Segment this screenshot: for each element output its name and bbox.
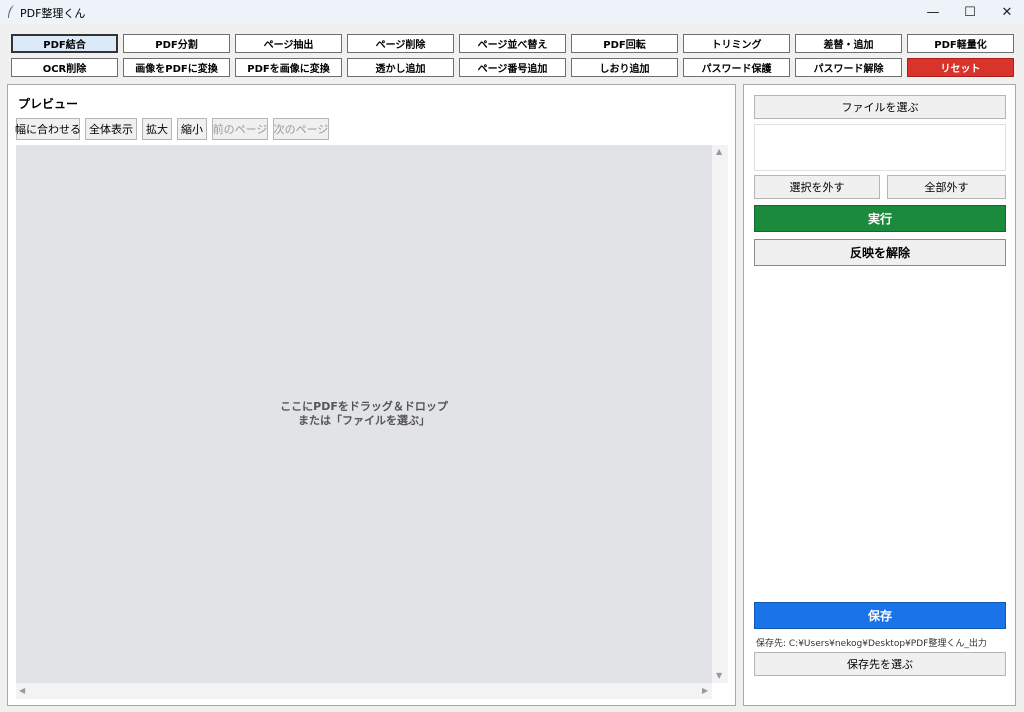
- tool-page-reorder[interactable]: ページ並べ替え: [459, 34, 566, 53]
- save-button[interactable]: 保存: [754, 602, 1006, 629]
- tool-trimming[interactable]: トリミング: [683, 34, 790, 53]
- maximize-button[interactable]: ☐: [951, 0, 989, 24]
- tool-bookmark-add[interactable]: しおり追加: [571, 58, 678, 77]
- vertical-scrollbar[interactable]: ▲ ▼: [712, 145, 728, 683]
- preview-title: プレビュー: [18, 97, 79, 111]
- title-bar: PDF整理くん — ☐ ✕: [0, 0, 1024, 24]
- tool-watermark-add[interactable]: 透かし追加: [347, 58, 454, 77]
- zoom-in-button[interactable]: 拡大: [142, 118, 172, 140]
- tool-pdf-rotate[interactable]: PDF回転: [571, 34, 678, 53]
- feather-icon: [8, 5, 14, 18]
- tool-page-number-add[interactable]: ページ番号追加: [459, 58, 566, 77]
- window-title: PDF整理くん: [20, 7, 86, 20]
- tool-image-to-pdf[interactable]: 画像をPDFに変換: [123, 58, 230, 77]
- prev-page-button[interactable]: 前のページ: [212, 118, 268, 140]
- pdf-drop-area[interactable]: ここにPDFをドラッグ＆ドロップ または「ファイルを選ぶ」: [16, 145, 712, 683]
- deselect-all-button[interactable]: 全部外す: [887, 175, 1006, 199]
- tool-pdf-merge[interactable]: PDF結合: [11, 34, 118, 53]
- save-path-label: 保存先: C:¥Users¥nekog¥Desktop¥PDF整理くん_出力: [756, 639, 987, 649]
- tool-replace-add[interactable]: 差替・追加: [795, 34, 902, 53]
- zoom-out-button[interactable]: 縮小: [177, 118, 207, 140]
- choose-destination-button[interactable]: 保存先を選ぶ: [754, 652, 1006, 676]
- tool-password-remove[interactable]: パスワード解除: [795, 58, 902, 77]
- drop-hint-line1: ここにPDFをドラッグ＆ドロップ: [280, 400, 448, 413]
- undo-apply-button[interactable]: 反映を解除: [754, 239, 1006, 266]
- tool-page-delete[interactable]: ページ削除: [347, 34, 454, 53]
- preview-panel: プレビュー 幅に合わせる 全体表示 拡大 縮小 前のページ 次のページ ここにP…: [7, 84, 736, 706]
- fit-width-button[interactable]: 幅に合わせる: [15, 118, 81, 140]
- tool-pdf-split[interactable]: PDF分割: [123, 34, 230, 53]
- tool-password-protect[interactable]: パスワード保護: [683, 58, 790, 77]
- tool-pdf-compress[interactable]: PDF軽量化: [907, 34, 1014, 53]
- control-panel: ファイルを選ぶ 選択を外す 全部外す 実行 反映を解除 保存 保存先: C:¥U…: [743, 84, 1016, 706]
- tool-page-extract[interactable]: ページ抽出: [235, 34, 342, 53]
- scroll-left-icon[interactable]: ◀: [19, 686, 25, 695]
- tool-pdf-to-image[interactable]: PDFを画像に変換: [235, 58, 342, 77]
- close-button[interactable]: ✕: [988, 0, 1024, 24]
- run-button[interactable]: 実行: [754, 205, 1006, 232]
- tool-ocr-remove[interactable]: OCR削除: [11, 58, 118, 77]
- drop-hint: ここにPDFをドラッグ＆ドロップ または「ファイルを選ぶ」: [16, 400, 712, 428]
- next-page-button[interactable]: 次のページ: [273, 118, 329, 140]
- drop-hint-line2: または「ファイルを選ぶ」: [298, 414, 430, 427]
- horizontal-scrollbar[interactable]: ◀ ▶: [16, 683, 712, 699]
- deselect-button[interactable]: 選択を外す: [754, 175, 880, 199]
- scroll-right-icon[interactable]: ▶: [702, 686, 708, 695]
- scroll-up-icon[interactable]: ▲: [716, 147, 722, 156]
- file-list[interactable]: [754, 124, 1006, 171]
- fit-all-button[interactable]: 全体表示: [85, 118, 137, 140]
- minimize-button[interactable]: —: [914, 0, 952, 24]
- choose-file-button[interactable]: ファイルを選ぶ: [754, 95, 1006, 119]
- reset-button[interactable]: リセット: [907, 58, 1014, 77]
- scroll-down-icon[interactable]: ▼: [716, 671, 722, 680]
